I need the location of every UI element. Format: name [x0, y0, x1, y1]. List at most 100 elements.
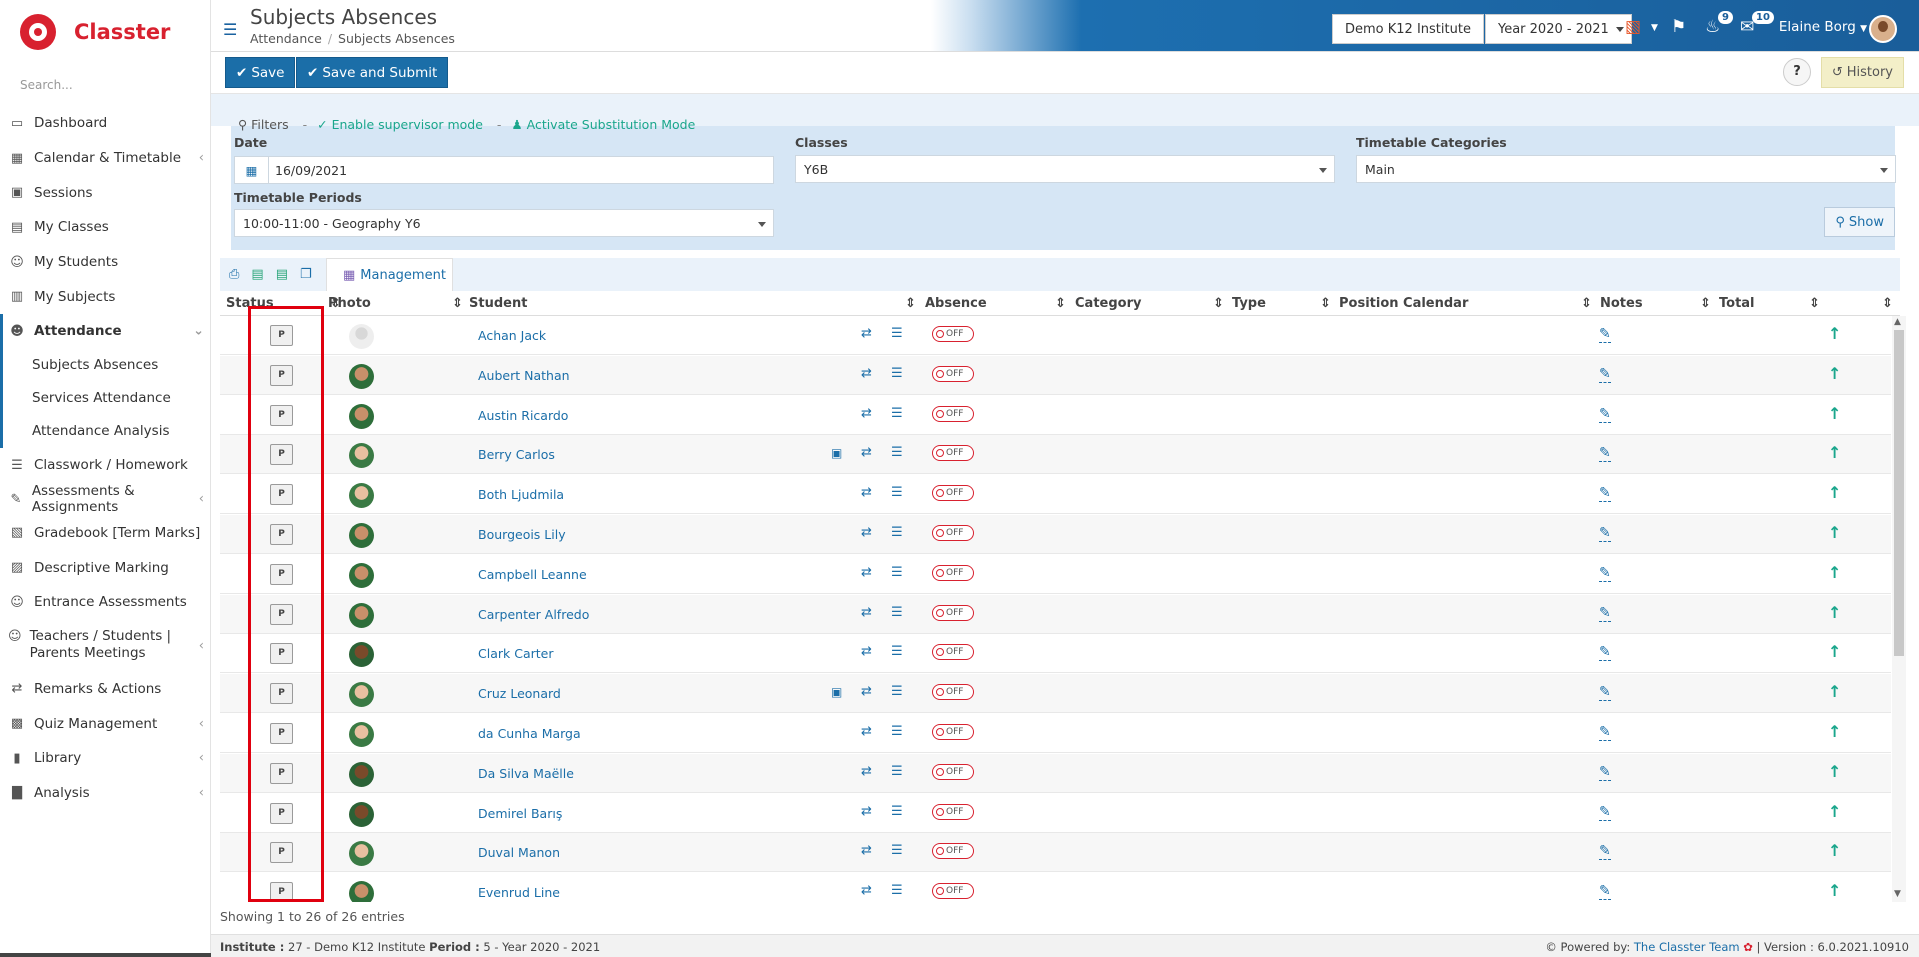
arrow-up-icon[interactable]: ↑ — [1828, 762, 1841, 781]
student-name-link[interactable]: Evenrud Line — [478, 885, 560, 900]
activate-substitution-mode-link[interactable]: ♟ Activate Substitution Mode — [511, 117, 695, 132]
scrollbar-thumb[interactable] — [1894, 330, 1904, 656]
status-present-button[interactable]: P — [270, 842, 293, 864]
status-present-button[interactable]: P — [270, 325, 293, 346]
status-present-button[interactable]: P — [270, 364, 293, 386]
arrow-up-icon[interactable]: ↑ — [1828, 324, 1841, 343]
list-icon[interactable]: ☰ — [891, 366, 903, 381]
status-present-button[interactable]: P — [270, 404, 293, 426]
arrow-up-icon[interactable]: ↑ — [1828, 881, 1841, 900]
show-button[interactable]: ⚲ Show — [1824, 207, 1895, 237]
export-csv-icon[interactable]: ▤ — [276, 267, 288, 282]
status-present-button[interactable]: P — [270, 762, 293, 784]
timetable-categories-select[interactable]: Main — [1356, 155, 1896, 183]
shuffle-icon[interactable]: ⇄ — [861, 326, 872, 341]
edit-notes-icon[interactable]: ✎ — [1599, 804, 1611, 821]
sort-icon[interactable]: ⇕ — [1809, 296, 1820, 311]
list-icon[interactable]: ☰ — [891, 525, 903, 540]
arrow-up-icon[interactable]: ↑ — [1828, 722, 1841, 741]
bus-icon[interactable]: ▣ — [831, 446, 842, 460]
sidebar-item-my-students[interactable]: ☺ My Students — [0, 245, 210, 280]
sidebar-item-sessions[interactable]: ▣ Sessions — [0, 175, 210, 210]
breadcrumb-attendance[interactable]: Attendance — [250, 31, 322, 46]
shuffle-icon[interactable]: ⇄ — [861, 883, 872, 898]
classes-select[interactable]: Y6B — [795, 155, 1335, 183]
shuffle-icon[interactable]: ⇄ — [861, 684, 872, 699]
arrow-up-icon[interactable]: ↑ — [1828, 841, 1841, 860]
edit-notes-icon[interactable]: ✎ — [1599, 326, 1611, 343]
copy-icon[interactable]: ❐ — [300, 267, 312, 282]
list-icon[interactable]: ☰ — [891, 445, 903, 460]
arrow-up-icon[interactable]: ↑ — [1828, 563, 1841, 582]
list-icon[interactable]: ☰ — [891, 644, 903, 659]
sort-icon[interactable]: ⇕ — [330, 296, 341, 311]
print-icon[interactable]: ⎙ — [229, 267, 239, 282]
list-icon[interactable]: ☰ — [891, 883, 903, 898]
col-notes[interactable]: Notes — [1600, 296, 1643, 311]
absence-toggle[interactable]: OFF — [932, 803, 974, 820]
history-button[interactable]: ↺ History — [1820, 57, 1904, 88]
list-icon[interactable]: ☰ — [891, 724, 903, 739]
student-name-link[interactable]: Campbell Leanne — [478, 567, 587, 582]
sidebar-item-descriptive-marking[interactable]: ▨ Descriptive Marking — [0, 550, 210, 585]
student-name-link[interactable]: Austin Ricardo — [478, 408, 568, 423]
sidebar-item-my-subjects[interactable]: ▥ My Subjects — [0, 279, 210, 314]
edit-notes-icon[interactable]: ✎ — [1599, 485, 1611, 503]
student-name-link[interactable]: Cruz Leonard — [478, 686, 561, 701]
absence-toggle[interactable]: OFF — [932, 724, 974, 740]
save-button[interactable]: ✔ Save — [225, 57, 296, 88]
sidebar-item-analysis[interactable]: ▇ Analysis ‹ — [0, 776, 210, 811]
absence-toggle[interactable]: OFF — [932, 763, 974, 780]
col-position-calendar[interactable]: Position Calendar — [1339, 296, 1468, 311]
edit-notes-icon[interactable]: ✎ — [1599, 843, 1611, 861]
sidebar-search-input[interactable]: Search... — [0, 64, 210, 106]
arrow-up-icon[interactable]: ↑ — [1828, 483, 1841, 502]
list-icon[interactable]: ☰ — [891, 843, 903, 858]
sidebar-subitem-attendance-analysis[interactable]: Attendance Analysis — [0, 414, 210, 448]
sidebar-item-teachers-students-parents-meetings[interactable]: ☺ Teachers / Students | Parents Meetings ‹ — [0, 620, 210, 672]
shuffle-icon[interactable]: ⇄ — [861, 565, 872, 580]
status-present-button[interactable]: P — [270, 563, 293, 585]
hamburger-menu-icon[interactable]: ☰ — [223, 20, 237, 39]
edit-notes-icon[interactable]: ✎ — [1599, 565, 1611, 582]
shuffle-icon[interactable]: ⇄ — [861, 366, 872, 381]
col-type[interactable]: Type — [1232, 296, 1266, 311]
list-icon[interactable]: ☰ — [891, 485, 903, 500]
sidebar-item-my-classes[interactable]: ▤ My Classes — [0, 210, 210, 245]
list-icon[interactable]: ☰ — [891, 565, 903, 580]
absence-toggle[interactable]: OFF — [932, 883, 974, 900]
sidebar-item-assessments-assignments[interactable]: ✎ Assessments & Assignments ‹ — [0, 483, 210, 516]
tab-management[interactable]: ▦ Management — [326, 258, 453, 291]
edit-notes-icon[interactable]: ✎ — [1599, 525, 1611, 542]
arrow-up-icon[interactable]: ↑ — [1828, 443, 1841, 462]
shuffle-icon[interactable]: ⇄ — [861, 525, 872, 540]
sidebar-subitem-services-attendance[interactable]: Services Attendance — [0, 381, 210, 415]
shuffle-icon[interactable]: ⇄ — [861, 406, 872, 421]
sidebar-item-remarks-actions[interactable]: ⇄ Remarks & Actions — [0, 672, 210, 707]
list-icon[interactable]: ☰ — [891, 684, 903, 699]
user-menu[interactable]: Elaine Borg ▼ — [1779, 19, 1867, 35]
sidebar-item-calendar-timetable[interactable]: ▦ Calendar & Timetable ‹ — [0, 141, 210, 176]
status-present-button[interactable]: P — [270, 683, 293, 705]
status-present-button[interactable]: P — [270, 603, 293, 625]
status-present-button[interactable]: P — [270, 484, 293, 506]
table-scrollbar[interactable]: ▲ ▼ — [1892, 316, 1906, 902]
sidebar-item-library[interactable]: ▮ Library ‹ — [0, 741, 210, 776]
status-present-button[interactable]: P — [270, 444, 293, 466]
absence-toggle[interactable]: OFF — [932, 604, 974, 621]
absence-toggle[interactable]: OFF — [932, 365, 974, 382]
shuffle-icon[interactable]: ⇄ — [861, 644, 872, 659]
office-icon[interactable]: ▧ — [1625, 17, 1641, 37]
office-chevron-icon[interactable]: ▼ — [1651, 23, 1658, 33]
col-status[interactable]: Status — [226, 296, 274, 311]
shuffle-icon[interactable]: ⇄ — [861, 764, 872, 779]
student-name-link[interactable]: Aubert Nathan — [478, 368, 570, 383]
shuffle-icon[interactable]: ⇄ — [861, 724, 872, 739]
list-icon[interactable]: ☰ — [891, 326, 903, 341]
edit-notes-icon[interactable]: ✎ — [1599, 406, 1611, 423]
flag-icon[interactable]: ⚑ — [1671, 17, 1686, 37]
sort-icon[interactable]: ⇕ — [1581, 296, 1592, 311]
list-icon[interactable]: ☰ — [891, 804, 903, 819]
arrow-up-icon[interactable]: ↑ — [1828, 404, 1841, 423]
sidebar-item-attendance[interactable]: ☻ Attendance ⌄ — [0, 314, 210, 349]
